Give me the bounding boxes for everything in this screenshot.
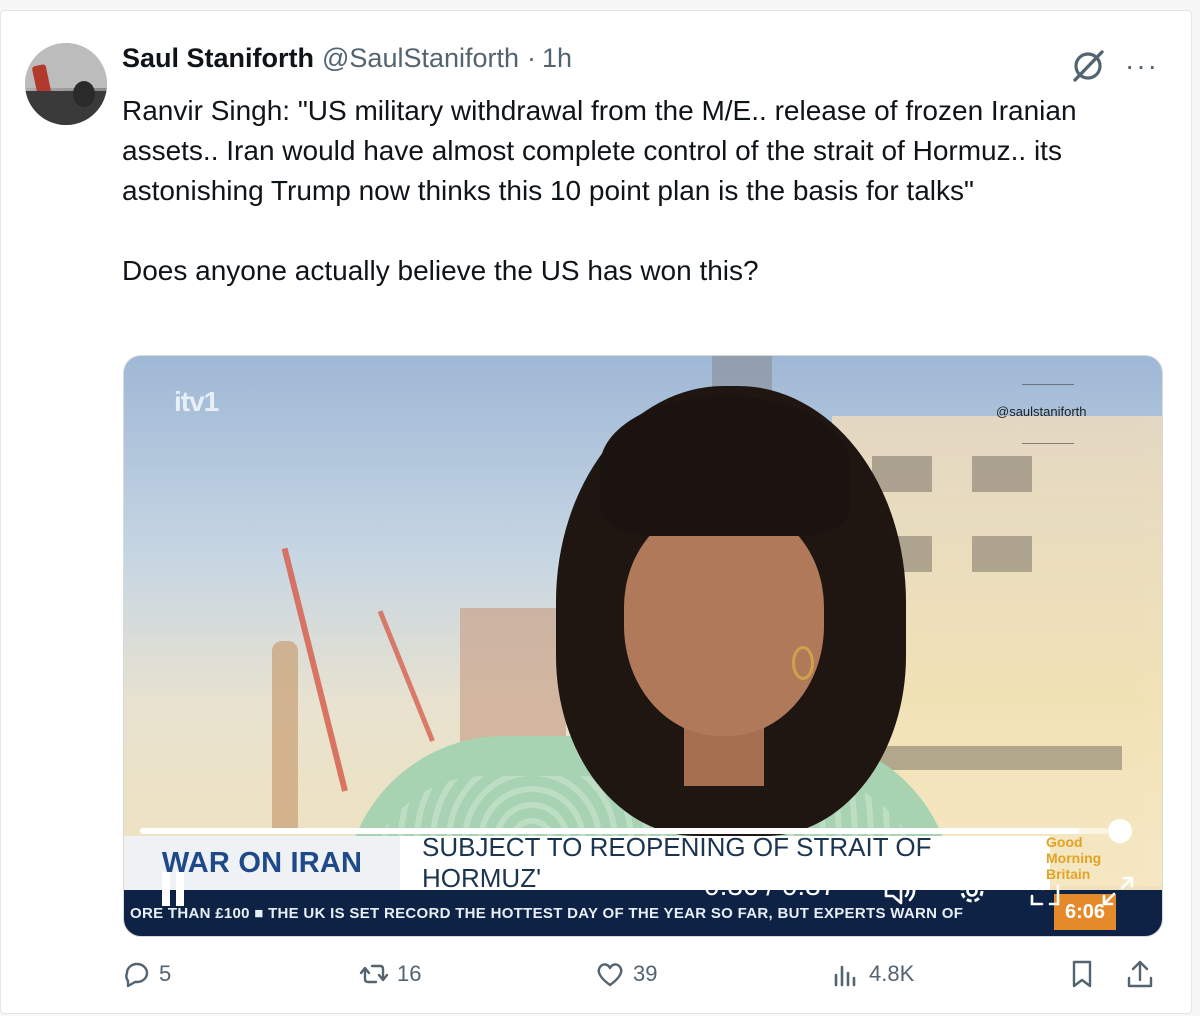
video-scrubber-handle[interactable] (1108, 819, 1132, 843)
bookmark-button[interactable] (1067, 959, 1105, 989)
background-spire (272, 641, 298, 831)
heart-icon (597, 963, 623, 987)
presenter-face (624, 506, 824, 736)
video-progress-fill (140, 828, 1079, 834)
pause-icon[interactable] (162, 872, 186, 908)
share-icon (1127, 960, 1153, 988)
fullscreen-icon[interactable] (1100, 874, 1136, 908)
analytics-icon (834, 965, 856, 987)
views-count: 4.8K (869, 961, 915, 986)
settings-icon[interactable] (954, 874, 990, 908)
more-options-icon[interactable]: ··· (1125, 52, 1159, 80)
news-ticker: ORE THAN £100 ■ THE UK IS SET RECORD THE… (124, 890, 1162, 936)
reply-count: 5 (159, 961, 172, 986)
like-count: 39 (633, 961, 658, 986)
earring (792, 646, 814, 680)
like-button[interactable]: 39 (595, 959, 657, 989)
header-separator: · (527, 43, 537, 73)
repost-count: 16 (397, 961, 422, 986)
watermark-text: @saulstaniforth (996, 404, 1087, 419)
tweet-actions: 5 16 39 4.8K (1, 959, 1191, 1003)
grok-icon[interactable] (1069, 47, 1107, 85)
banner-headline: WAR ON IRAN (161, 846, 363, 879)
channel-logo: itv1 (174, 386, 219, 417)
share-button[interactable] (1125, 959, 1163, 989)
video-player[interactable]: itv1 @saulstaniforth WAR ON IRAN SUBJECT… (123, 355, 1163, 937)
tweet-text: Ranvir Singh: "US military withdrawal fr… (122, 95, 1077, 286)
tweet-card[interactable]: Saul Staniforth @SaulStaniforth · 1h ···… (0, 10, 1192, 1014)
video-progress-bar[interactable] (140, 819, 1132, 843)
tweet-time[interactable]: 1h (542, 43, 572, 74)
volume-icon[interactable] (882, 874, 918, 908)
repost-button[interactable]: 16 (359, 959, 421, 989)
repost-icon (359, 964, 389, 984)
background-crane (377, 610, 435, 742)
author-handle[interactable]: @SaulStaniforth (322, 43, 519, 74)
video-timestamp: 0:36 / 0:37 (704, 870, 837, 901)
bookmark-icon (1072, 960, 1092, 988)
author-name[interactable]: Saul Staniforth (122, 43, 314, 74)
tweet-header: Saul Staniforth @SaulStaniforth · 1h (122, 43, 572, 83)
avatar[interactable] (25, 43, 107, 125)
picture-in-picture-icon[interactable] (1028, 874, 1064, 908)
ticker-text: ORE THAN £100 ■ THE UK IS SET RECORD THE… (130, 904, 964, 922)
views-button[interactable]: 4.8K (831, 959, 914, 989)
reply-icon (125, 962, 149, 988)
reply-button[interactable]: 5 (121, 959, 171, 989)
